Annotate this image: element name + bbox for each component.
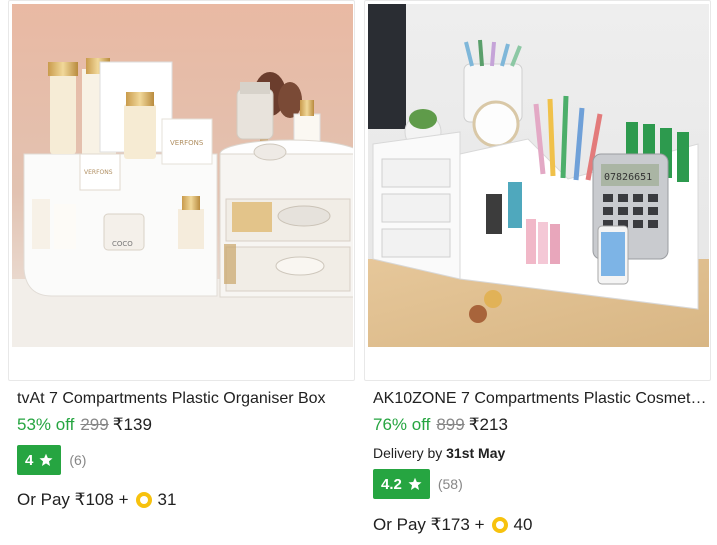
rating-count: (58)	[437, 476, 463, 492]
rating-value: 4.2	[381, 475, 402, 493]
rating-row: 4.2 (58)	[373, 469, 707, 499]
bottle-label: COCO	[112, 240, 133, 248]
product-image[interactable]: 07826651	[368, 4, 709, 347]
discount-percent: 76% off	[373, 415, 431, 434]
star-icon	[39, 453, 53, 466]
price-row: 53% off 299 ₹139	[17, 414, 351, 436]
delivery-prefix: Delivery by	[373, 445, 443, 461]
pay-prefix: Or Pay	[17, 490, 70, 509]
calculator-display: 07826651	[604, 172, 652, 183]
original-price: 899	[436, 415, 465, 434]
rating-row: 4 (6)	[17, 445, 351, 475]
selling-price: ₹139	[112, 415, 152, 434]
price-row: 76% off 899 ₹213	[373, 414, 707, 436]
pay-plus: +	[474, 515, 485, 534]
pay-plus: +	[118, 490, 129, 509]
coin-count: 40	[513, 515, 533, 534]
rating-count: (6)	[69, 452, 87, 468]
product-title[interactable]: tvAt 7 Compartments Plastic Organiser Bo…	[17, 388, 351, 410]
coin-count: 31	[157, 490, 177, 509]
star-icon	[408, 477, 422, 490]
product-image-container[interactable]: VERFONS VERFONS COCO	[8, 0, 355, 381]
delivery-info: Delivery by 31st May	[373, 444, 707, 462]
discount-percent: 53% off	[17, 415, 75, 434]
product-info: tvAt 7 Compartments Plastic Organiser Bo…	[17, 388, 351, 511]
rating-badge: 4.2	[373, 469, 430, 499]
product-image-container[interactable]: 07826651	[364, 0, 711, 381]
pay-amount: ₹108	[74, 490, 114, 509]
box-label-2: VERFONS	[84, 169, 113, 176]
rating-badge: 4	[17, 445, 62, 475]
product-info: AK10ZONE 7 Compartments Plastic Cosmetic…	[373, 388, 707, 536]
pay-with-coins: Or Pay ₹108 +31	[17, 489, 351, 511]
supercoin-icon	[135, 492, 152, 508]
delivery-date: 31st May	[446, 445, 506, 461]
product-title[interactable]: AK10ZONE 7 Compartments Plastic Cosmetic…	[373, 388, 707, 410]
pay-prefix: Or Pay	[373, 515, 426, 534]
pay-amount: ₹173	[430, 515, 470, 534]
box-label-1: VERFONS	[170, 139, 204, 147]
original-price: 299	[80, 415, 109, 434]
product-image[interactable]: VERFONS VERFONS COCO	[12, 4, 353, 347]
supercoin-icon	[491, 517, 508, 533]
selling-price: ₹213	[468, 415, 508, 434]
rating-value: 4	[25, 451, 34, 469]
pay-with-coins: Or Pay ₹173 +40	[373, 514, 707, 536]
